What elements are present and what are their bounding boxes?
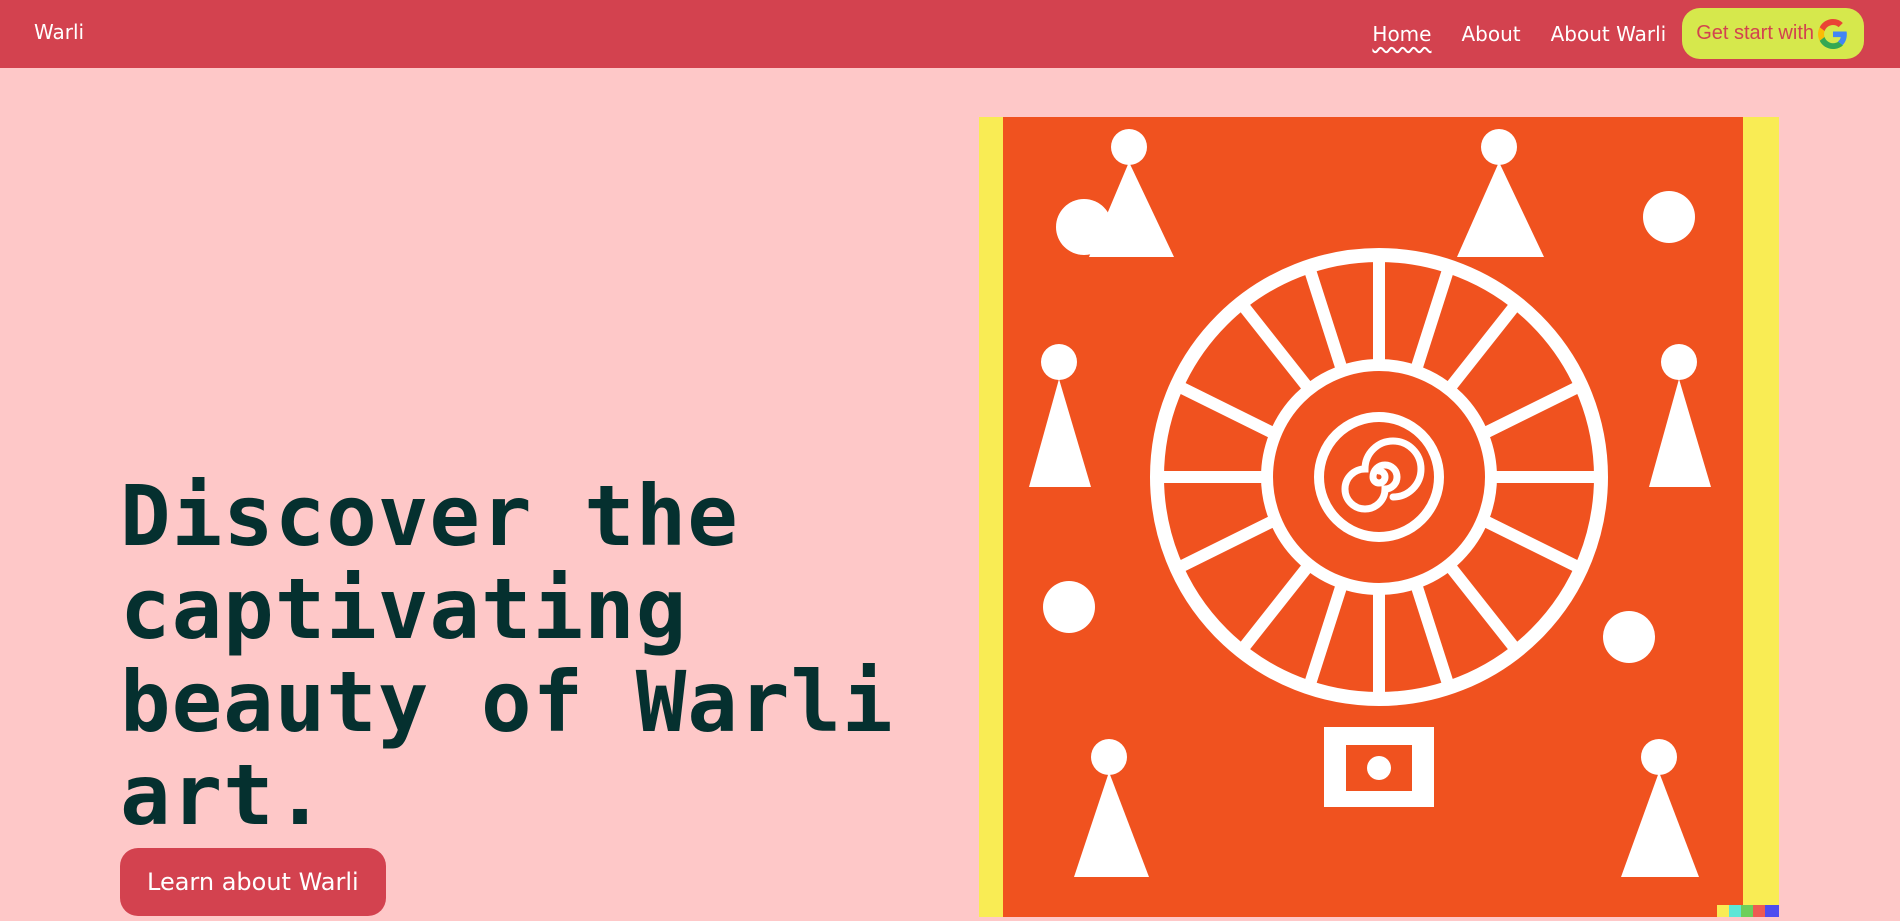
warli-painting <box>979 117 1779 917</box>
google-icon <box>1818 18 1847 49</box>
nav-links: Home About About Warli Get start with <box>1372 8 1864 59</box>
nav-link-about[interactable]: About <box>1461 22 1520 46</box>
google-signin-label: Get start with <box>1696 22 1814 44</box>
nav-link-about-warli[interactable]: About Warli <box>1551 22 1667 46</box>
google-signin-button[interactable]: Get start with <box>1682 8 1864 59</box>
warli-painting-image <box>979 117 1779 917</box>
brand-link[interactable]: Warli <box>34 20 84 44</box>
hero-headline: Discover the captivating beauty of Warli… <box>120 467 894 844</box>
learn-about-warli-button[interactable]: Learn about Warli <box>120 848 386 916</box>
nav-link-home[interactable]: Home <box>1372 22 1431 46</box>
top-navbar: Warli Home About About Warli Get start w… <box>0 0 1900 68</box>
